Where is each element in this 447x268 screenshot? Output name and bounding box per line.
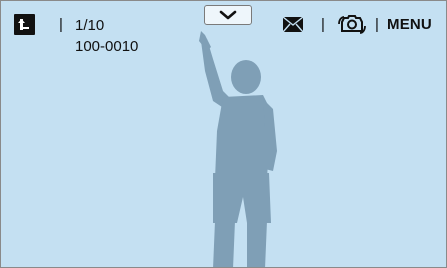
separator: |	[375, 16, 379, 33]
camera-playback-screen: | 1/10 100-0010 | | MENU	[0, 0, 447, 268]
chevron-down-icon	[219, 10, 237, 20]
separator: |	[59, 16, 63, 33]
envelope-icon[interactable]	[282, 16, 304, 33]
menu-button[interactable]: MENU	[387, 16, 432, 34]
return-icon[interactable]	[14, 14, 35, 35]
photo-child-silhouette	[199, 31, 277, 267]
photo-edit-icon[interactable]	[338, 13, 366, 35]
folder-file-number: 100-0010	[75, 38, 139, 55]
separator: |	[321, 16, 325, 33]
image-counter: 1/10	[75, 17, 105, 34]
dropdown-button[interactable]	[204, 5, 252, 25]
